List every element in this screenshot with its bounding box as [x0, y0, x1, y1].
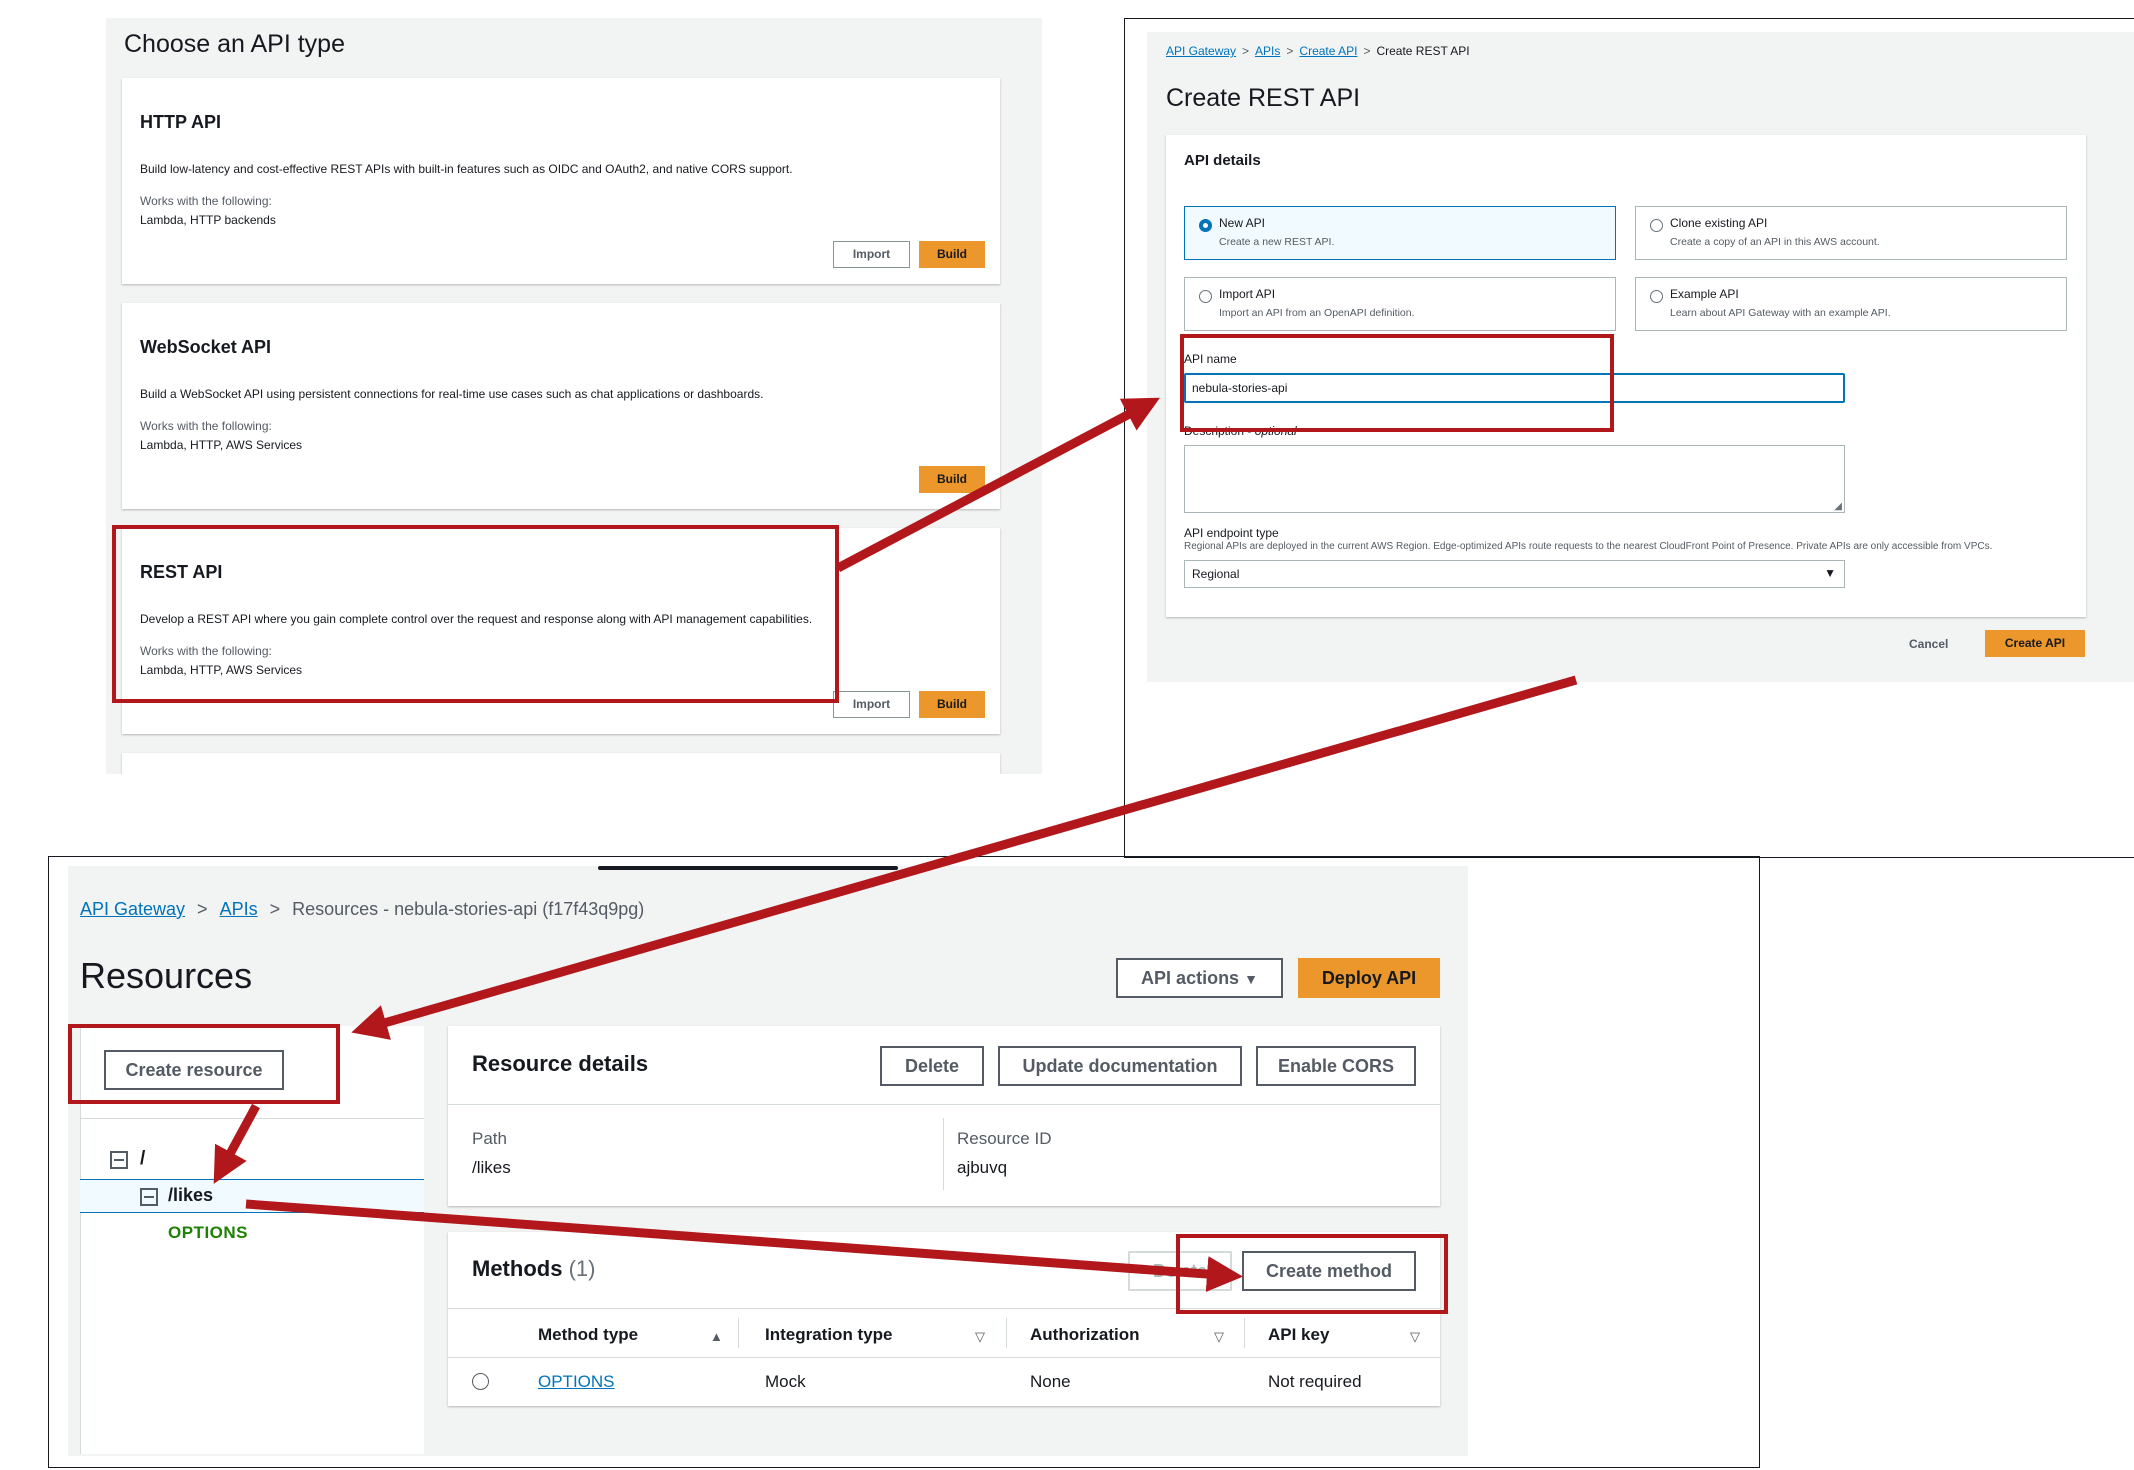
annotation-arrows: [213, 397, 1578, 1292]
arrow-to-create-resource: [351, 675, 1578, 1040]
arrow-to-likes: [213, 1103, 260, 1184]
arrow-to-create-api: [835, 397, 1160, 572]
arrow-to-create-method: [245, 1199, 1243, 1292]
